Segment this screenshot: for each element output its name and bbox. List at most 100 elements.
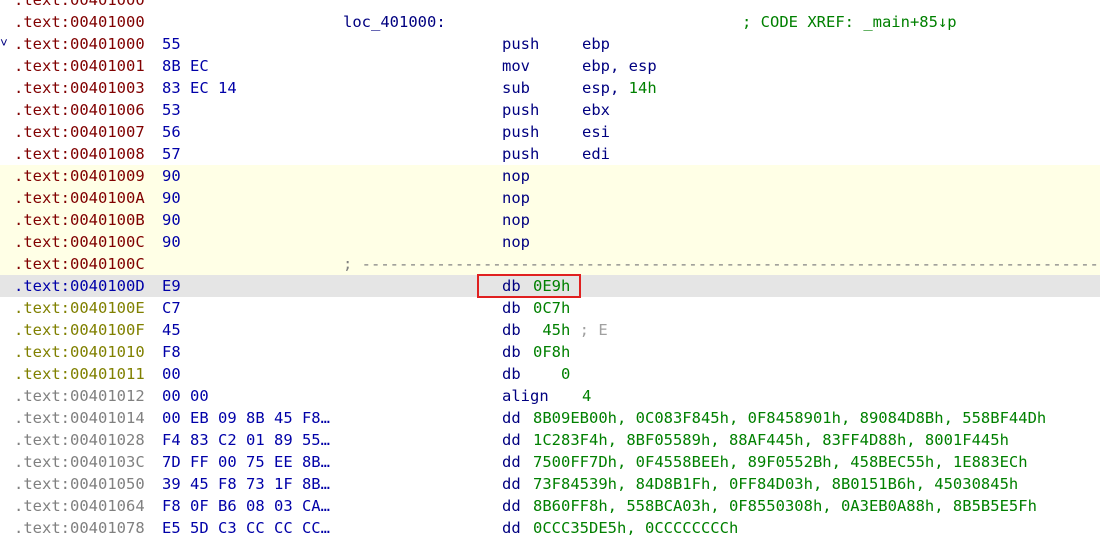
- line-address[interactable]: .text:0040100A: [14, 187, 145, 209]
- data-operand[interactable]: 1C283F4h, 8BF05589h, 88AF445h, 83FF4D88h…: [533, 429, 1009, 451]
- listing-line[interactable]: .text:0040100A 90 nop: [0, 187, 1100, 209]
- line-address[interactable]: .text:00401000: [14, 11, 145, 33]
- instruction-operands[interactable]: edi: [582, 143, 610, 165]
- line-address[interactable]: .text:0040100E: [14, 297, 145, 319]
- line-address[interactable]: .text:00401000: [14, 33, 145, 55]
- listing-line[interactable]: .text:00401078 E5 5D C3 CC CC CC… dd 0CCC35…: [0, 517, 1100, 539]
- instruction-mnemonic[interactable]: nop: [502, 187, 530, 209]
- listing-line[interactable]: .text:00401064 F8 0F B6 08 03 CA… dd 8B60FF…: [0, 495, 1100, 517]
- listing-line[interactable]: .text:00401006 53 push ebx: [0, 99, 1100, 121]
- instruction-mnemonic[interactable]: db: [502, 297, 521, 319]
- line-address[interactable]: .text:00401012: [14, 385, 145, 407]
- opcode-bytes: 00: [162, 365, 181, 383]
- data-operand[interactable]: 73F84539h, 84D8B1Fh, 0FF84D03h, 8B0151B6…: [533, 473, 1018, 495]
- instruction-mnemonic[interactable]: nop: [502, 165, 530, 187]
- xref-comment[interactable]: ; CODE XREF: _main+85↓p: [742, 11, 957, 33]
- instruction-operands[interactable]: ebx: [582, 99, 610, 121]
- line-address[interactable]: .text:00401078: [14, 517, 145, 539]
- listing-line[interactable]: .text:00401007 56 push esi: [0, 121, 1100, 143]
- instruction-mnemonic[interactable]: push: [502, 99, 539, 121]
- instruction-operands[interactable]: esi: [582, 121, 610, 143]
- listing-line[interactable]: .text:00401050 39 45 F8 73 1F 8B… dd 73F845…: [0, 473, 1100, 495]
- line-address[interactable]: .text:00401006: [14, 99, 145, 121]
- listing-line[interactable]: ˅ .text:00401000 55 push ebp: [0, 33, 1100, 55]
- listing-line[interactable]: .text:0040100E C7 db 0C7h: [0, 297, 1100, 319]
- listing-line[interactable]: .text:0040100C 90 nop: [0, 231, 1100, 253]
- listing-line[interactable]: .text:00401009 90 nop: [0, 165, 1100, 187]
- listing-line[interactable]: .text:00401008 57 push edi: [0, 143, 1100, 165]
- instruction-operands[interactable]: esp, 14h: [582, 77, 657, 99]
- line-address[interactable]: .text:00401064: [14, 495, 145, 517]
- line-address[interactable]: .text:0040100C: [14, 231, 145, 253]
- instruction-mnemonic[interactable]: mov: [502, 55, 530, 77]
- data-operand[interactable]: 4: [582, 385, 591, 407]
- line-address[interactable]: .text:00401028: [14, 429, 145, 451]
- data-operand[interactable]: 0CCC35DE5h, 0CCCCCCCCh: [533, 517, 738, 539]
- instruction-mnemonic[interactable]: align: [502, 385, 549, 407]
- listing-line[interactable]: .text:0040100F 45 db 45h ; E: [0, 319, 1100, 341]
- line-address[interactable]: .text:00401001: [14, 55, 145, 77]
- instruction-mnemonic[interactable]: push: [502, 33, 539, 55]
- listing-line[interactable]: .text:00401028 F4 83 C2 01 89 55… dd 1C283F…: [0, 429, 1100, 451]
- opcode-bytes: 00 EB 09 8B 45 F8…: [162, 409, 330, 427]
- line-address[interactable]: .text:0040100C: [14, 253, 145, 275]
- listing-line[interactable]: .text:00401010 F8 db 0F8h: [0, 341, 1100, 363]
- line-address[interactable]: .text:00401007: [14, 121, 145, 143]
- instruction-mnemonic[interactable]: dd: [502, 451, 521, 473]
- listing-line[interactable]: .text:00401000 loc_401000: ; CODE XREF: _m…: [0, 11, 1100, 33]
- listing-line[interactable]: .text:0040100B 90 nop: [0, 209, 1100, 231]
- instruction-mnemonic[interactable]: push: [502, 143, 539, 165]
- line-address[interactable]: .text:0040100B: [14, 209, 145, 231]
- listing-line[interactable]: .text:00401001 8B EC mov ebp, esp: [0, 55, 1100, 77]
- data-operand[interactable]: 7500FF7Dh, 0F4558BEEh, 89F0552Bh, 458BEC…: [533, 451, 1028, 473]
- listing-line[interactable]: .text:00401000: [0, 0, 1100, 11]
- code-label[interactable]: loc_401000:: [343, 11, 446, 33]
- line-address[interactable]: .text:00401050: [14, 473, 145, 495]
- line-address[interactable]: .text:00401014: [14, 407, 145, 429]
- instruction-operands[interactable]: ebp, esp: [582, 55, 657, 77]
- line-address[interactable]: .text:00401003: [14, 77, 145, 99]
- instruction-mnemonic[interactable]: push: [502, 121, 539, 143]
- listing-line[interactable]: .text:0040100C ; ------------------------…: [0, 253, 1100, 275]
- instruction-mnemonic[interactable]: sub: [502, 77, 530, 99]
- instruction-mnemonic[interactable]: dd: [502, 495, 521, 517]
- collapse-arrow-icon[interactable]: ˅: [0, 33, 8, 55]
- listing-line[interactable]: .text:00401014 00 EB 09 8B 45 F8… dd 8B09EB…: [0, 407, 1100, 429]
- line-address[interactable]: .text:00401010: [14, 341, 145, 363]
- line-address[interactable]: .text:0040103C: [14, 451, 145, 473]
- opcode-bytes: F8 0F B6 08 03 CA…: [162, 497, 330, 515]
- instruction-mnemonic[interactable]: dd: [502, 407, 521, 429]
- instruction-mnemonic[interactable]: nop: [502, 231, 530, 253]
- opcode-bytes: 57: [162, 145, 181, 163]
- data-operand[interactable]: 0C7h: [533, 297, 570, 319]
- instruction-mnemonic[interactable]: dd: [502, 517, 521, 539]
- opcode-bytes: C7: [162, 299, 181, 317]
- listing-line[interactable]: .text:00401012 00 00 align 4: [0, 385, 1100, 407]
- opcode-bytes: 55: [162, 35, 181, 53]
- data-operand[interactable]: 0F8h: [533, 341, 570, 363]
- line-address[interactable]: .text:00401008: [14, 143, 145, 165]
- line-address[interactable]: .text:00401000: [14, 0, 145, 11]
- line-address[interactable]: .text:00401011: [14, 363, 145, 385]
- listing-line[interactable]: .text:00401003 83 EC 14 sub esp, 14h: [0, 77, 1100, 99]
- instruction-mnemonic[interactable]: dd: [502, 473, 521, 495]
- data-operand[interactable]: 45h ; E: [533, 319, 607, 341]
- highlight-box: [477, 274, 581, 298]
- opcode-bytes: 00 00: [162, 387, 209, 405]
- line-address[interactable]: .text:0040100F: [14, 319, 145, 341]
- opcode-bytes: 8B EC: [162, 57, 209, 75]
- instruction-mnemonic[interactable]: nop: [502, 209, 530, 231]
- data-operand[interactable]: 8B60FF8h, 558BCA03h, 0F8550308h, 0A3EB0A…: [533, 495, 1037, 517]
- data-operand[interactable]: 0: [533, 363, 570, 385]
- instruction-mnemonic[interactable]: dd: [502, 429, 521, 451]
- instruction-mnemonic[interactable]: db: [502, 341, 521, 363]
- listing-line[interactable]: .text:0040103C 7D FF 00 75 EE 8B… dd 7500FF…: [0, 451, 1100, 473]
- instruction-mnemonic[interactable]: db: [502, 363, 521, 385]
- disassembly-listing[interactable]: .text:00401000 .text:00401000 loc_401000:;…: [0, 0, 1100, 539]
- instruction-mnemonic[interactable]: db: [502, 319, 521, 341]
- line-address[interactable]: .text:0040100D: [14, 275, 145, 297]
- line-address[interactable]: .text:00401009: [14, 165, 145, 187]
- listing-line[interactable]: .text:00401011 00 db 0: [0, 363, 1100, 385]
- data-operand[interactable]: 8B09EB00h, 0C083F845h, 0F8458901h, 89084…: [533, 407, 1046, 429]
- instruction-operands[interactable]: ebp: [582, 33, 610, 55]
